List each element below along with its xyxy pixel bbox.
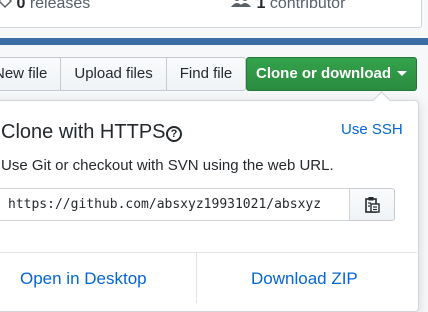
contributors-count: 1: [256, 0, 266, 12]
clone-panel-title: Clone with HTTPS: [1, 121, 166, 143]
clone-panel-description: Use Git or checkout with SVN using the w…: [1, 157, 334, 174]
use-ssh-link[interactable]: Use SSH: [341, 121, 403, 138]
contributors-link[interactable]: 1 contributor: [230, 0, 345, 13]
contributors-label: contributor: [269, 0, 346, 12]
releases-label: releases: [29, 0, 91, 12]
clone-button-label: Clone or download: [256, 65, 391, 82]
download-zip-link[interactable]: Download ZIP: [251, 269, 358, 289]
find-file-button[interactable]: Find file: [166, 57, 247, 91]
new-file-button[interactable]: New file: [0, 57, 62, 91]
copy-url-button[interactable]: [350, 188, 395, 221]
tag-icon: [0, 0, 13, 9]
file-actions-group: New file Upload files Find file: [0, 57, 247, 91]
clipboard-icon: [365, 196, 380, 213]
releases-count: 0: [16, 0, 26, 12]
caret-down-icon: [397, 71, 407, 76]
people-icon: [231, 0, 251, 7]
clone-or-download-button[interactable]: Clone or download: [246, 57, 417, 91]
open-in-desktop-link[interactable]: Open in Desktop: [20, 269, 147, 289]
upload-files-button[interactable]: Upload files: [61, 57, 167, 91]
clone-url-input[interactable]: [0, 188, 350, 221]
clone-url-group: [0, 188, 395, 221]
panel-footer-separator: [196, 253, 197, 303]
panel-footer-divider: [0, 252, 417, 253]
language-bar: [0, 38, 428, 45]
releases-link[interactable]: 0 releases: [0, 0, 90, 13]
question-icon[interactable]: ?: [166, 126, 182, 142]
